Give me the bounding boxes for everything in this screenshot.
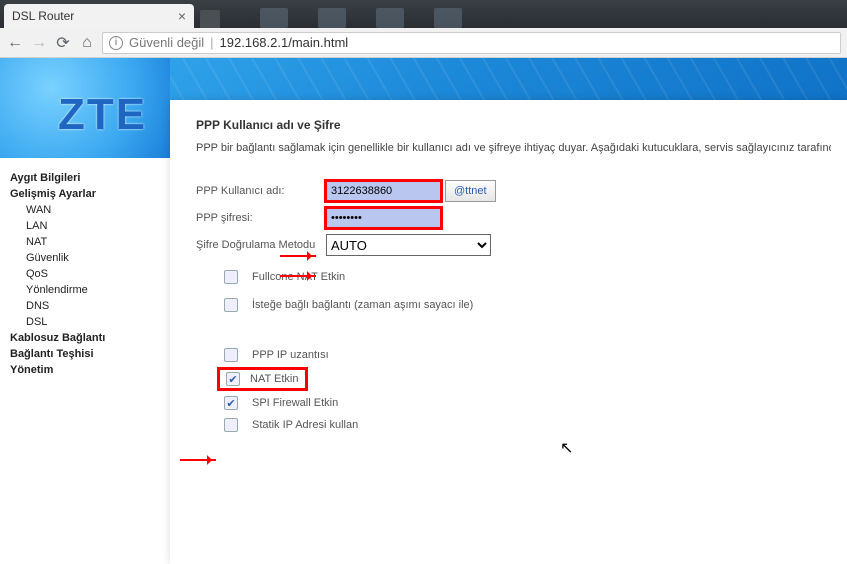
sidebar-item-diagnostics[interactable]: Bağlantı Teşhisi bbox=[10, 346, 160, 362]
brand-logo: ZTE bbox=[58, 90, 147, 140]
back-icon[interactable]: ← bbox=[6, 34, 24, 52]
fullcone-nat-checkbox[interactable] bbox=[224, 270, 238, 284]
reload-icon[interactable]: ⟳ bbox=[54, 33, 72, 53]
ppp-password-input[interactable] bbox=[326, 208, 441, 228]
url-text: 192.168.2.1/main.html bbox=[220, 35, 349, 50]
annotation-arrow bbox=[280, 275, 316, 277]
sidebar-item-device-info[interactable]: Aygıt Bilgileri bbox=[10, 170, 160, 186]
security-status: Güvenli değil bbox=[129, 35, 204, 50]
tab-title: DSL Router bbox=[12, 9, 74, 23]
ondemand-checkbox[interactable] bbox=[224, 298, 238, 312]
sidebar-item-advanced[interactable]: Gelişmiş Ayarlar bbox=[10, 186, 160, 202]
spi-firewall-label: SPI Firewall Etkin bbox=[252, 397, 338, 409]
sidebar-item-wan[interactable]: WAN bbox=[10, 202, 160, 218]
annotation-arrow bbox=[280, 255, 316, 257]
nat-enable-label: NAT Etkin bbox=[250, 373, 299, 385]
password-label: PPP şifresi: bbox=[196, 212, 326, 224]
staticip-checkbox[interactable] bbox=[224, 418, 238, 432]
staticip-label: Statik IP Adresi kullan bbox=[252, 419, 358, 431]
address-bar[interactable]: i Güvenli değil | 192.168.2.1/main.html bbox=[102, 32, 841, 54]
sidebar-item-nat[interactable]: NAT bbox=[10, 234, 160, 250]
background-window-icons bbox=[260, 8, 462, 28]
close-tab-icon[interactable]: × bbox=[178, 8, 186, 24]
authmethod-label: Şifre Doğrulama Metodu bbox=[196, 239, 326, 251]
sidebar-item-lan[interactable]: LAN bbox=[10, 218, 160, 234]
browser-tab[interactable]: DSL Router × bbox=[4, 4, 194, 28]
pppip-label: PPP IP uzantısı bbox=[252, 349, 329, 361]
fullcone-nat-label: Fullcone NAT Etkin bbox=[252, 271, 345, 283]
forward-icon: → bbox=[30, 34, 48, 52]
ondemand-label: İsteğe bağlı bağlantı (zaman aşımı sayac… bbox=[252, 299, 473, 311]
sidebar-item-qos[interactable]: QoS bbox=[10, 266, 160, 282]
cursor-icon: ↖ bbox=[560, 438, 573, 458]
sidebar-item-dns[interactable]: DNS bbox=[10, 298, 160, 314]
sidebar-item-routing[interactable]: Yönlendirme bbox=[10, 282, 160, 298]
authmethod-select[interactable]: AUTO bbox=[326, 234, 491, 256]
sidebar-item-management[interactable]: Yönetim bbox=[10, 362, 160, 378]
sidebar-item-dsl[interactable]: DSL bbox=[10, 314, 160, 330]
ttnet-button[interactable]: @ttnet bbox=[445, 180, 496, 202]
ppp-username-input[interactable] bbox=[326, 181, 441, 201]
nat-enable-checkbox[interactable] bbox=[226, 372, 240, 386]
spi-firewall-checkbox[interactable] bbox=[224, 396, 238, 410]
pppip-checkbox[interactable] bbox=[224, 348, 238, 362]
main-panel: PPP Kullanıcı adı ve Şifre PPP bir bağla… bbox=[170, 100, 847, 564]
annotation-arrow bbox=[180, 459, 216, 461]
panel-title: PPP Kullanıcı adı ve Şifre bbox=[196, 118, 831, 132]
home-icon[interactable]: ⌂ bbox=[78, 34, 96, 52]
info-icon[interactable]: i bbox=[109, 36, 123, 50]
sidebar-item-wireless[interactable]: Kablosuz Bağlantı bbox=[10, 330, 160, 346]
sidebar-nav: Aygıt Bilgileri Gelişmiş Ayarlar WAN LAN… bbox=[0, 158, 170, 564]
sidebar-item-security[interactable]: Güvenlik bbox=[10, 250, 160, 266]
new-tab-button[interactable] bbox=[200, 10, 220, 28]
username-label: PPP Kullanıcı adı: bbox=[196, 185, 326, 197]
panel-description: PPP bir bağlantı sağlamak için genellikl… bbox=[196, 142, 831, 154]
